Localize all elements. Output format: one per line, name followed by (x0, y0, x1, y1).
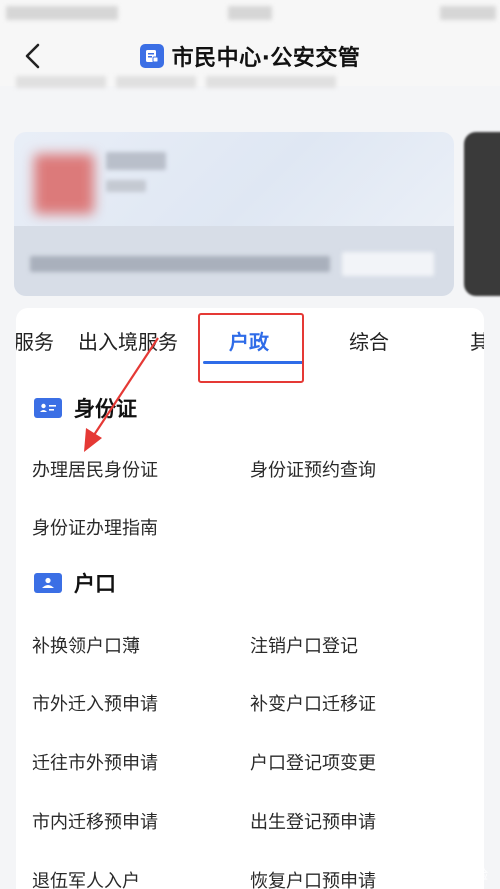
status-blur-right (440, 6, 496, 20)
service-restore-hukou[interactable]: 恢复户口预申请 (250, 867, 376, 889)
service-apply-id-card[interactable]: 办理居民身份证 (32, 456, 158, 482)
tab-other[interactable]: 其 (470, 326, 484, 355)
card-blur-sub (106, 180, 146, 192)
section-title: 身份证 (74, 397, 137, 421)
promo-strip (16, 72, 356, 92)
promo-blur-3 (206, 76, 336, 88)
household-icon (34, 573, 62, 593)
card-blur-button (342, 252, 434, 276)
card-blur-number (30, 256, 330, 272)
service-migration-certificate[interactable]: 补变户口迁移证 (250, 690, 376, 716)
status-bar (0, 0, 500, 26)
page-title: 市民中心·公安交管 (171, 46, 361, 71)
service-move-within-city[interactable]: 市内迁移预申请 (32, 808, 158, 834)
tab-services[interactable]: 服务 (16, 326, 54, 355)
tab-general[interactable]: 综合 (349, 326, 389, 355)
promo-blur-1 (16, 76, 106, 88)
service-cancel-hukou[interactable]: 注销户口登记 (250, 632, 358, 658)
watermark: Bai经验 (441, 868, 489, 883)
card-blur-name (106, 152, 166, 170)
status-blur-center (228, 6, 272, 20)
promo-blur-2 (116, 76, 196, 88)
avatar (34, 154, 94, 214)
side-card[interactable] (464, 132, 500, 296)
app-logo-icon (139, 44, 164, 68)
id-card[interactable] (14, 132, 454, 296)
service-id-guide[interactable]: 身份证办理指南 (32, 514, 158, 540)
service-move-in-from-outside[interactable]: 市外迁入预申请 (32, 690, 158, 716)
service-birth-registration[interactable]: 出生登记预申请 (250, 808, 376, 834)
service-move-out-of-city[interactable]: 迁往市外预申请 (32, 749, 158, 775)
status-blur-left (6, 6, 118, 20)
nav-title-group: 市民中心·公安交管 (0, 40, 500, 72)
annotation-highlight-box (198, 313, 304, 383)
section-title: 户口 (74, 572, 116, 596)
service-panel: 服务 出入境服务 户政 综合 其 身份证 办理居民身份证 身份证预约查询 身份证… (16, 308, 484, 889)
service-id-appointment-query[interactable]: 身份证预约查询 (250, 456, 376, 482)
id-card-icon (34, 398, 62, 418)
section-header-idcard: 身份证 (34, 393, 137, 423)
service-reissue-hukou-book[interactable]: 补换领户口薄 (32, 632, 140, 658)
service-veteran-registration[interactable]: 退伍军人入户 (32, 867, 140, 889)
tab-exit-entry[interactable]: 出入境服务 (78, 326, 178, 355)
service-registration-change[interactable]: 户口登记项变更 (250, 749, 376, 775)
section-header-household: 户口 (34, 568, 116, 598)
